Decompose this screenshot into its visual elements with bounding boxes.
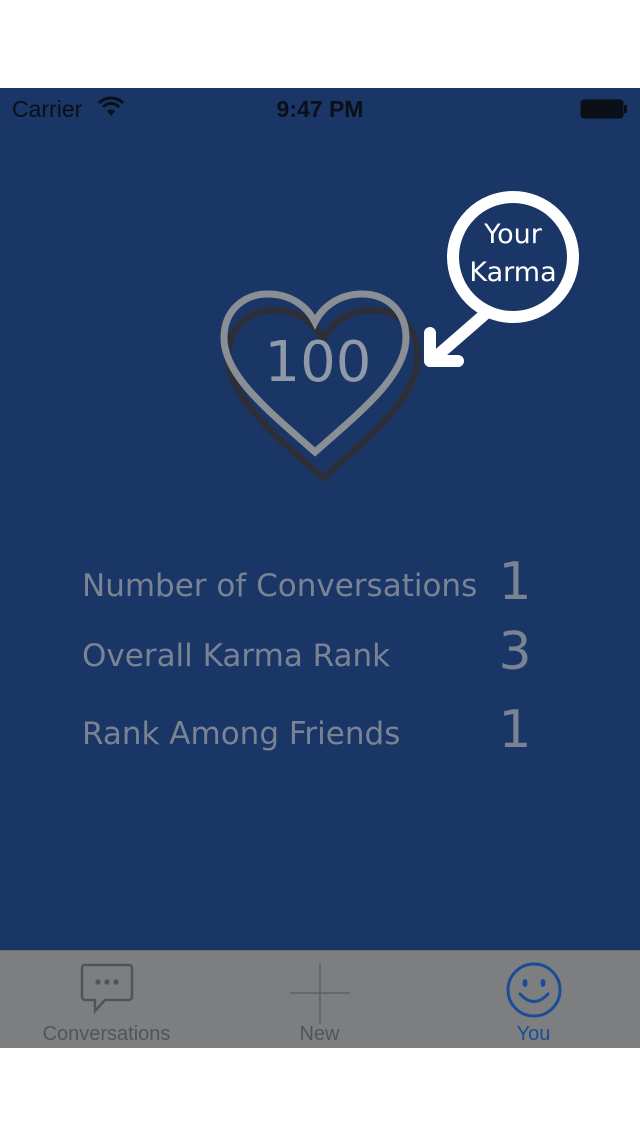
karma-callout: Your Karma [446,216,580,292]
tab-label: You [516,1023,551,1045]
chat-bubble-icon [80,963,133,1015]
karma-callout-line2: Karma [469,257,557,288]
stat-row-friends-rank: Rank Among Friends 1 [0,686,640,760]
stat-value: 1 [498,552,532,612]
stat-label: Overall Karma Rank [82,638,391,674]
plus-icon [289,963,350,1023]
stat-value: 3 [498,622,532,682]
stat-label: Number of Conversations [82,568,478,604]
stat-row-overall-rank: Overall Karma Rank 3 [0,608,640,682]
battery-icon [580,99,627,119]
tab-new[interactable]: New [213,951,426,1048]
status-bar: Carrier 9:47 PM [0,88,640,128]
stat-row-conversations: Number of Conversations 1 [0,538,640,612]
smiley-icon [506,962,561,1018]
stat-value: 1 [498,700,532,760]
tab-bar: Conversations New You [0,950,640,1048]
profile-screen: Carrier 9:47 PM 100 Your Karma Number of… [0,88,640,1048]
tab-you[interactable]: You [427,951,640,1048]
karma-callout-line1: Your [484,219,542,250]
status-time: 9:47 PM [276,96,364,122]
stat-label: Rank Among Friends [82,716,401,752]
tab-label: Conversations [42,1023,171,1045]
tab-conversations[interactable]: Conversations [0,951,213,1048]
tab-label: New [299,1023,340,1045]
karma-score: 100 [264,330,372,395]
